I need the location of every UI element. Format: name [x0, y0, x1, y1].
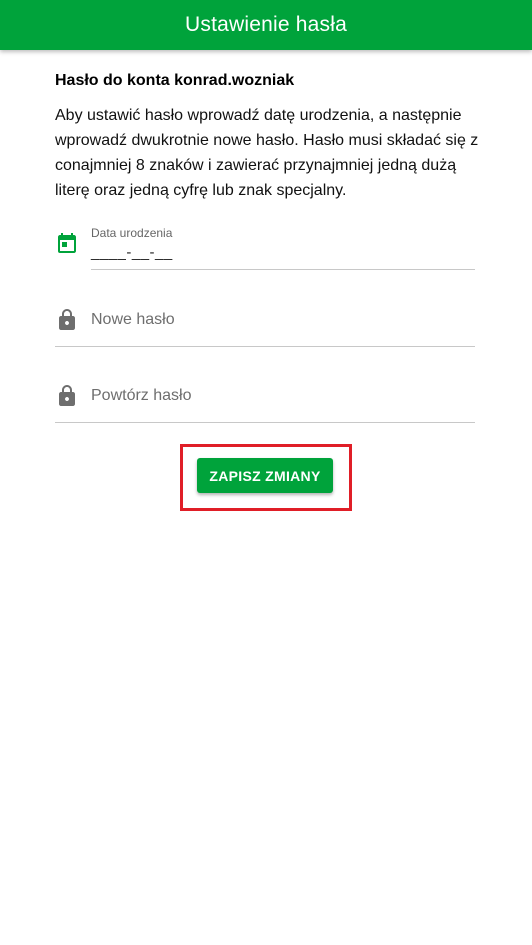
- lock-icon: [55, 384, 79, 408]
- repeat-password-underline: [55, 422, 475, 423]
- birth-date-field[interactable]: Data urodzenia ____-__-__: [55, 222, 475, 272]
- app-bar: Ustawienie hasła: [0, 0, 532, 50]
- birth-date-label: Data urodzenia: [91, 226, 173, 240]
- new-password-underline: [55, 346, 475, 347]
- new-password-input[interactable]: Nowe hasło: [91, 311, 175, 329]
- repeat-password-field[interactable]: Powtórz hasło: [55, 376, 475, 424]
- account-heading: Hasło do konta konrad.wozniak: [55, 72, 295, 89]
- birth-date-input[interactable]: ____-__-__: [91, 244, 173, 261]
- new-password-field[interactable]: Nowe hasło: [55, 300, 475, 348]
- save-button[interactable]: ZAPISZ ZMIANY: [197, 458, 333, 493]
- calendar-icon: [55, 231, 79, 255]
- lock-icon: [55, 308, 79, 332]
- page-title: Ustawienie hasła: [185, 13, 347, 36]
- repeat-password-input[interactable]: Powtórz hasło: [91, 387, 192, 405]
- password-instructions: Aby ustawić hasło wprowadź datę urodzeni…: [55, 107, 479, 199]
- birth-date-underline: [91, 269, 475, 270]
